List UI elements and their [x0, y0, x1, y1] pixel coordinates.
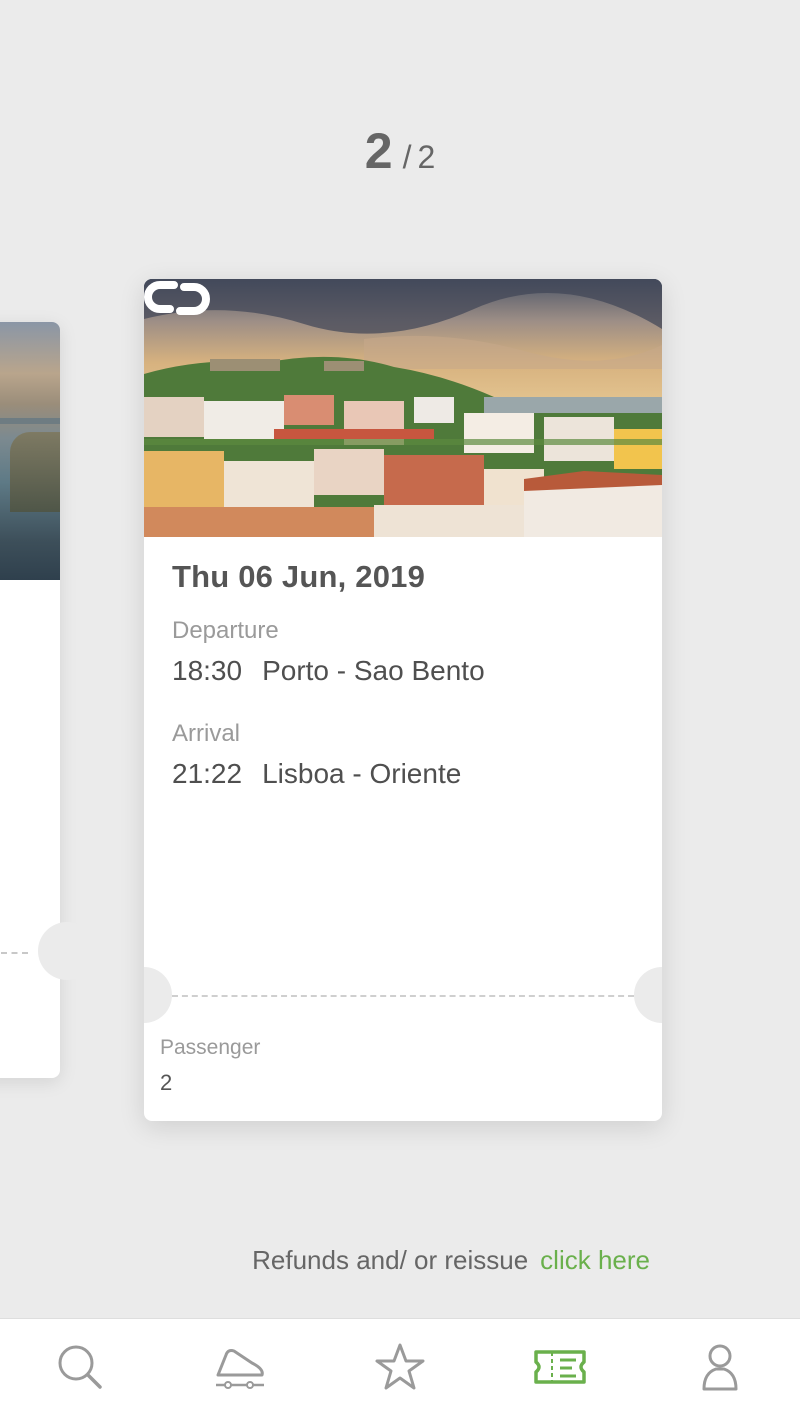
- ticket-hero-image: [144, 279, 662, 537]
- nav-favorites[interactable]: [360, 1327, 440, 1407]
- bottom-nav: [0, 1318, 800, 1415]
- ticket-icon: [534, 1350, 586, 1384]
- page-current: 2: [364, 123, 393, 179]
- refunds-link[interactable]: click here: [540, 1245, 650, 1275]
- nav-profile[interactable]: [680, 1327, 760, 1407]
- previous-ticket-divider: [0, 952, 28, 954]
- star-icon: [375, 1343, 425, 1390]
- nav-search[interactable]: [40, 1327, 120, 1407]
- departure-value: 18:30 Porto - Sao Bento: [172, 655, 485, 687]
- arrival-value: 21:22 Lisboa - Oriente: [172, 758, 461, 790]
- page-separator: /: [402, 139, 412, 175]
- screen: 2/2 Thu 06 Jun, 2019 Departure 18:30 Por…: [0, 0, 800, 1415]
- previous-ticket-notch: [38, 922, 96, 980]
- cp-logo-icon: [144, 281, 210, 315]
- refunds-row: Refunds and/ or reissue click here: [252, 1245, 650, 1276]
- departure-label: Departure: [172, 617, 279, 644]
- arrival-time: 21:22: [172, 758, 243, 789]
- arrival-station: Lisboa - Oriente: [262, 758, 462, 789]
- previous-ticket-image: [0, 322, 60, 580]
- passenger-count: 2: [160, 1070, 173, 1095]
- refunds-text: Refunds and/ or reissue: [252, 1245, 529, 1275]
- train-icon: [216, 1349, 264, 1389]
- nav-trains[interactable]: [200, 1327, 280, 1407]
- trip-date: Thu 06 Jun, 2019: [172, 559, 426, 594]
- nav-tickets[interactable]: [520, 1327, 600, 1407]
- ticket-card[interactable]: Thu 06 Jun, 2019 Departure 18:30 Porto - …: [144, 279, 662, 1121]
- departure-time: 18:30: [172, 655, 243, 686]
- ticket-notch-right: [634, 967, 662, 1023]
- arrival-label: Arrival: [172, 720, 241, 747]
- ticket-notch-left: [144, 967, 172, 1023]
- page-indicator: 2/2: [0, 122, 800, 180]
- user-icon: [702, 1344, 738, 1391]
- search-icon: [58, 1345, 102, 1389]
- passenger-label: Passenger: [160, 1036, 261, 1059]
- departure-station: Porto - Sao Bento: [262, 655, 485, 686]
- ticket-divider: [172, 995, 634, 997]
- page-total: 2: [417, 139, 436, 175]
